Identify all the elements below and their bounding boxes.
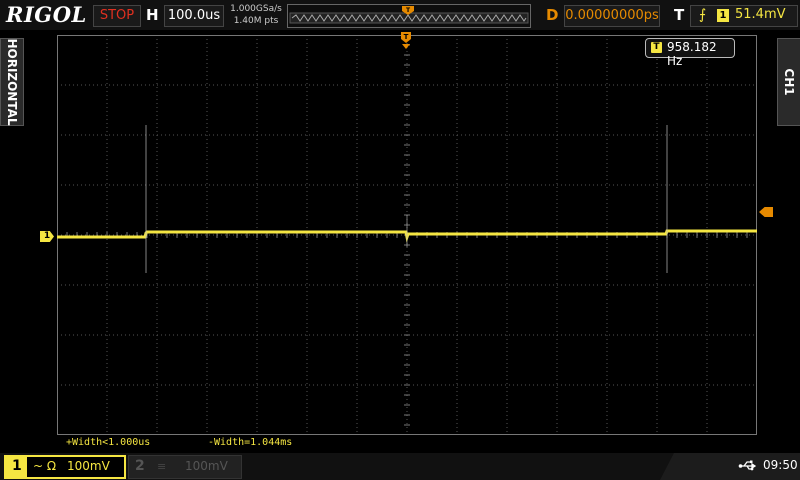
delay-value[interactable]: 0.00000000ps <box>564 5 660 27</box>
trigger-settings[interactable]: ⨍ 1 51.4mV <box>690 5 798 27</box>
waveform-display[interactable] <box>57 35 757 435</box>
ch1-settings[interactable]: 1 ~ Ω 100mV <box>4 455 126 479</box>
system-status-tab: 09:50 <box>660 453 800 480</box>
usb-icon <box>738 460 757 471</box>
trigger-label: T <box>674 6 685 24</box>
ch2-coupling-icon: ≡ <box>157 460 167 473</box>
system-clock: 09:50 <box>763 458 798 472</box>
ch1-side-tab[interactable]: CH1 <box>777 38 800 126</box>
ch1-side-tab-label: CH1 <box>782 68 796 96</box>
memory-waveform-icon: T <box>289 6 529 24</box>
frequency-value: 958.182 Hz <box>667 40 717 68</box>
ch1-settings-body: ~ Ω 100mV <box>27 457 124 477</box>
acquisition-info: 1.000GSa/s 1.40M pts <box>228 3 284 27</box>
sample-rate: 1.000GSa/s <box>230 4 282 14</box>
frequency-counter-icon: T <box>651 42 662 53</box>
horizontal-side-tab-label: HORIZONTAL <box>5 38 19 126</box>
frequency-counter: T 958.182 Hz <box>645 38 735 68</box>
ch2-number: 2 <box>135 458 145 474</box>
trigger-level-marker[interactable] <box>759 207 773 217</box>
trigger-source-badge: 1 <box>717 9 729 22</box>
top-status-bar: RIGOL STOP H 100.0us 1.000GSa/s 1.40M pt… <box>0 0 800 30</box>
ch1-offset-marker[interactable]: 1 <box>40 231 54 242</box>
memory-depth: 1.40M pts <box>233 16 279 26</box>
horizontal-side-tab[interactable]: HORIZONTAL <box>0 38 24 126</box>
timebase-value[interactable]: 100.0us <box>164 5 224 27</box>
memory-overview-strip[interactable]: T <box>287 4 531 28</box>
ch1-number: 1 <box>12 458 22 474</box>
ch2-scale: 100mV <box>185 459 228 473</box>
rising-edge-icon: ⨍ <box>699 7 707 23</box>
horizontal-label: H <box>146 6 159 24</box>
measurement-positive-width: +Width<1.000us <box>66 437 151 448</box>
svg-text:T: T <box>404 33 409 41</box>
delay-label: D <box>546 6 559 24</box>
trigger-position-marker[interactable]: T <box>400 30 412 52</box>
trigger-level-value: 51.4mV <box>735 7 786 22</box>
ch1-coupling-icon: ~ Ω <box>33 459 57 473</box>
brand-logo: RIGOL <box>6 2 87 27</box>
ch1-scale: 100mV <box>67 459 110 473</box>
measurement-negative-width: -Width=1.044ms <box>208 437 293 448</box>
ch2-settings[interactable]: 2 ≡ 100mV <box>128 455 242 479</box>
run-stop-status[interactable]: STOP <box>93 5 141 27</box>
bottom-status-bar: 1 ~ Ω 100mV 2 ≡ 100mV 09:50 <box>0 453 800 480</box>
